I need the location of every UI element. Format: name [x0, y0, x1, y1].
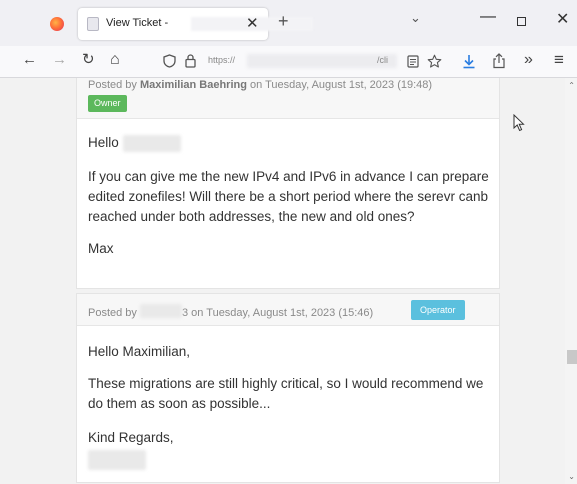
tab-close-icon[interactable]: ✕: [246, 14, 259, 32]
operator-badge: Operator: [411, 300, 465, 320]
tab-title: View Ticket -: [106, 17, 169, 29]
post-greeting: Hello Maximilian,: [88, 344, 191, 359]
tab-strip: View Ticket - ✕ + ⌄ — ✕: [0, 0, 577, 46]
scrollbar-thumb[interactable]: [567, 350, 577, 364]
post-meta-text: Posted by Maximilian Baehring on Tuesday…: [88, 79, 433, 91]
url-tail: /cli: [377, 55, 388, 65]
ticket-reply-owner: Posted by Maximilian Baehring on Tuesday…: [76, 78, 500, 289]
tracking-shield-icon[interactable]: [163, 54, 176, 68]
downloads-icon[interactable]: [462, 54, 476, 69]
hamburger-menu-icon[interactable]: ≡: [554, 50, 564, 70]
maximize-button[interactable]: [517, 17, 526, 26]
signature-redaction: [88, 450, 146, 471]
name-redaction: [122, 134, 181, 152]
navigation-toolbar: ← → ↻ ⌂ https:// /cli » ≡: [0, 46, 577, 78]
minimize-button[interactable]: —: [480, 8, 496, 26]
scroll-up-icon[interactable]: ⌃: [568, 81, 575, 90]
post-signature: Max: [88, 241, 114, 256]
post-body: Hello Maximilian, These migrations are s…: [88, 342, 492, 471]
post-greeting: Hello: [88, 133, 492, 153]
post-meta-text: Posted by 3 on Tuesday, August 1st, 2023…: [88, 304, 373, 319]
url-redaction: [247, 54, 397, 68]
share-icon[interactable]: [492, 53, 506, 69]
home-icon[interactable]: ⌂: [110, 50, 120, 70]
scroll-down-icon[interactable]: ⌄: [568, 472, 575, 481]
post-closing: Kind Regards,: [88, 430, 174, 445]
post-paragraph: These migrations are still highly critic…: [88, 376, 484, 411]
list-all-tabs-button[interactable]: ⌄: [410, 10, 421, 26]
forward-icon[interactable]: →: [52, 50, 67, 70]
author-redaction: [139, 304, 182, 318]
signature-redaction-row: [88, 450, 492, 471]
back-icon[interactable]: ←: [22, 50, 37, 70]
owner-badge: Owner: [88, 95, 127, 112]
post-author-tail: 3: [181, 307, 189, 319]
firefox-logo-icon: [50, 17, 64, 31]
post-paragraph: If you can give me the new IPv4 and IPv6…: [88, 169, 489, 224]
reader-view-icon[interactable]: [407, 55, 419, 68]
ticket-reply-operator: Posted by 3 on Tuesday, August 1st, 2023…: [76, 293, 500, 483]
post-meta: Posted by 3 on Tuesday, August 1st, 2023…: [77, 294, 499, 326]
url-bar[interactable]: https:// /cli: [155, 49, 450, 74]
page-viewport: Posted by Maximilian Baehring on Tuesday…: [0, 78, 577, 484]
post-author: Maximilian Baehring: [139, 79, 247, 91]
new-tab-button[interactable]: +: [278, 11, 289, 32]
page-scrollbar[interactable]: ⌃ ⌄: [565, 78, 577, 484]
page-favicon-icon: [87, 17, 99, 31]
lock-icon[interactable]: [185, 53, 196, 68]
tab-view-ticket[interactable]: View Ticket - ✕: [78, 8, 313, 40]
post-meta: Posted by Maximilian Baehring on Tuesday…: [77, 78, 499, 119]
url-text: https://: [208, 55, 236, 65]
post-body: Hello If you can give me the new IPv4 an…: [88, 133, 492, 259]
overflow-icon[interactable]: »: [524, 50, 533, 70]
mouse-pointer-icon: [513, 114, 525, 132]
bookmark-star-icon[interactable]: [427, 54, 442, 69]
reload-icon[interactable]: ↻: [82, 50, 95, 70]
close-window-button[interactable]: ✕: [556, 9, 569, 29]
